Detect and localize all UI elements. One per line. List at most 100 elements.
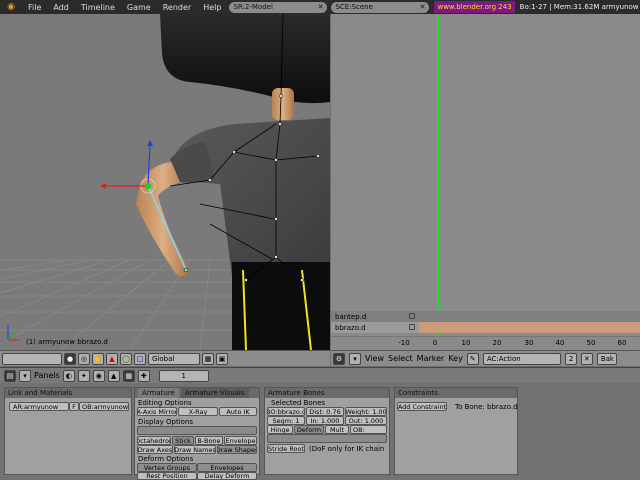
rest-position-button[interactable]: Rest Position [137, 472, 197, 480]
layer-buttons[interactable] [137, 426, 257, 435]
ruler-tick: 0 [432, 339, 438, 347]
ease-in-field[interactable]: In: 1.000 [306, 416, 344, 425]
hinge-button[interactable]: Hinge [267, 425, 293, 434]
constraints-panel: Constraints Add Constraint To Bone: bbra… [394, 387, 518, 475]
frame-field[interactable]: 1 [158, 369, 209, 382]
bone-name-field[interactable]: BO:bbrazo.d [267, 407, 305, 416]
character-hair [160, 14, 330, 104]
channel-row[interactable]: bbrazo.d [331, 322, 640, 333]
octahedron-button[interactable]: Octahedron [137, 436, 171, 445]
collapse-icon[interactable]: ▾ [19, 369, 31, 382]
weight-field[interactable]: Weight: 1.00 [345, 407, 387, 416]
object-child-field[interactable]: OB: [350, 425, 387, 434]
stride-root-button[interactable]: Stride Root [267, 444, 305, 453]
viewport-info-label: (1) armyunow bbrazo.d [26, 338, 108, 346]
mult-button[interactable]: Mult [325, 425, 349, 434]
object-icon[interactable]: ▲ [107, 369, 120, 382]
tab-armature-visuals[interactable]: Armature Visuals [180, 388, 249, 398]
lock-icon[interactable] [409, 312, 415, 319]
panel-title: Link and Materials [8, 389, 73, 397]
auto-ik-button[interactable]: Auto IK [219, 407, 257, 416]
shading-icon[interactable]: ◉ [92, 369, 105, 382]
menu-add[interactable]: Add [47, 3, 75, 12]
mode-select[interactable] [2, 352, 62, 365]
delay-deform-button[interactable]: Delay Deform [197, 472, 257, 480]
action-editor[interactable]: bantep.d bbrazo.d -10 0 10 20 30 40 50 6… [331, 14, 640, 350]
menu-timeline[interactable]: Timeline [75, 3, 121, 12]
blender-url[interactable]: www.blender.org 243 [434, 1, 515, 13]
scale-icon[interactable]: □ [134, 352, 146, 365]
ruler-tick: 50 [586, 339, 596, 347]
buttons-window: Link and Materials AR:armyunow F OB:army… [0, 383, 640, 480]
pivot-icon[interactable]: ◎ [78, 352, 90, 365]
action-delete-icon[interactable]: ✕ [580, 352, 593, 365]
hand-icon[interactable]: ✋ [92, 352, 104, 365]
action-editor-header: ⚙ ▾ View Select Marker Key ✎ AC:Action 2… [331, 350, 640, 366]
menu-game[interactable]: Game [121, 3, 157, 12]
draw-names-button[interactable]: Draw Names [174, 445, 216, 454]
menu-view[interactable]: View [365, 354, 384, 363]
segments-field[interactable]: Segm: 1 [267, 416, 305, 425]
menu-render[interactable]: Render [157, 3, 197, 12]
menu-help[interactable]: Help [197, 3, 227, 12]
menu-key[interactable]: Key [448, 354, 463, 363]
transform-manipulator[interactable] [100, 140, 156, 194]
channel-row[interactable]: bantep.d [331, 311, 640, 322]
armature-datablock-field[interactable]: AR:armyunow [9, 402, 69, 411]
close-icon[interactable]: ✕ [417, 3, 426, 11]
scene-selector[interactable]: SCE:Scene ✕ [331, 1, 430, 13]
blender-logo-icon[interactable]: ◉ [0, 0, 22, 14]
lock-icon[interactable] [409, 323, 415, 330]
menu-marker[interactable]: Marker [417, 354, 445, 363]
tab-armature[interactable]: Armature [138, 388, 179, 398]
script-icon[interactable]: ✦ [77, 369, 90, 382]
channel-track[interactable] [419, 322, 640, 333]
rotate-icon[interactable]: ◯ [120, 352, 132, 365]
render-icon[interactable]: ▣ [216, 352, 228, 365]
stick-button[interactable]: Stick [172, 436, 194, 445]
current-frame-cursor[interactable] [437, 14, 439, 336]
channel-name: bbrazo.d [335, 323, 366, 332]
layers-icon[interactable]: ▦ [202, 352, 214, 365]
channel-name: bantep.d [335, 312, 367, 321]
bone-layer-buttons[interactable] [267, 434, 387, 443]
ease-out-field[interactable]: Out: 1.000 [345, 416, 387, 425]
deform-button[interactable]: Deform [294, 425, 324, 434]
action-browse-icon[interactable]: ✎ [466, 352, 479, 365]
link-materials-panel: Link and Materials AR:armyunow F OB:army… [4, 387, 132, 475]
vertex-groups-button[interactable]: Vertex Groups [137, 463, 197, 472]
screen-selector[interactable]: SR:2-Model ✕ [229, 1, 328, 13]
draw-axes-button[interactable]: Draw Axes [137, 445, 173, 454]
close-icon[interactable]: ✕ [315, 3, 324, 11]
draw-shapes-button[interactable]: Draw Shapes [217, 445, 257, 454]
object-name-field[interactable]: OB:armyunow [79, 402, 129, 411]
menu-file[interactable]: File [22, 3, 47, 12]
menu-select[interactable]: Select [388, 354, 413, 363]
envelope-button[interactable]: Envelope [224, 436, 257, 445]
x-ray-button[interactable]: X-Ray [178, 407, 218, 416]
dist-field[interactable]: Dist: 0.76 [306, 407, 344, 416]
orientation-select[interactable]: Global [148, 352, 200, 365]
x-axis-mirror-button[interactable]: X-Axis Mirror [137, 407, 177, 416]
envelopes-button[interactable]: Envelopes [197, 463, 257, 472]
draw-type-icon[interactable]: ● [64, 352, 76, 365]
to-bone-label: To Bone: bbrazo.d [455, 403, 518, 411]
collapse-icon[interactable]: ▾ [349, 352, 361, 365]
display-options-label: Display Options [138, 418, 194, 426]
action-users-count[interactable]: 2 [564, 352, 577, 365]
editing-icon[interactable]: ▦ [122, 369, 135, 382]
b-bone-button[interactable]: B-Bone [195, 436, 223, 445]
translate-icon[interactable]: ▲ [106, 352, 118, 365]
panels-label[interactable]: Panels [34, 371, 60, 380]
fake-user-button[interactable]: F [69, 402, 79, 411]
editor-type-icon[interactable]: ▤ [4, 369, 16, 382]
add-constraint-button[interactable]: Add Constraint [397, 402, 447, 411]
logic-icon[interactable]: ◐ [62, 369, 75, 382]
3d-viewport[interactable]: (1) armyunow bbrazo.d [0, 14, 330, 350]
editor-type-icon[interactable]: ⚙ [333, 352, 345, 365]
scene-icon[interactable]: ✚ [137, 369, 150, 382]
frame-ruler[interactable]: -10 0 10 20 30 40 50 60 [331, 336, 640, 350]
stats-readout: Bo:1-27 | Mem:31.62M armyunow [519, 3, 639, 11]
action-name-field[interactable]: AC:Action [482, 352, 561, 365]
bake-button[interactable]: Bak [596, 352, 617, 365]
